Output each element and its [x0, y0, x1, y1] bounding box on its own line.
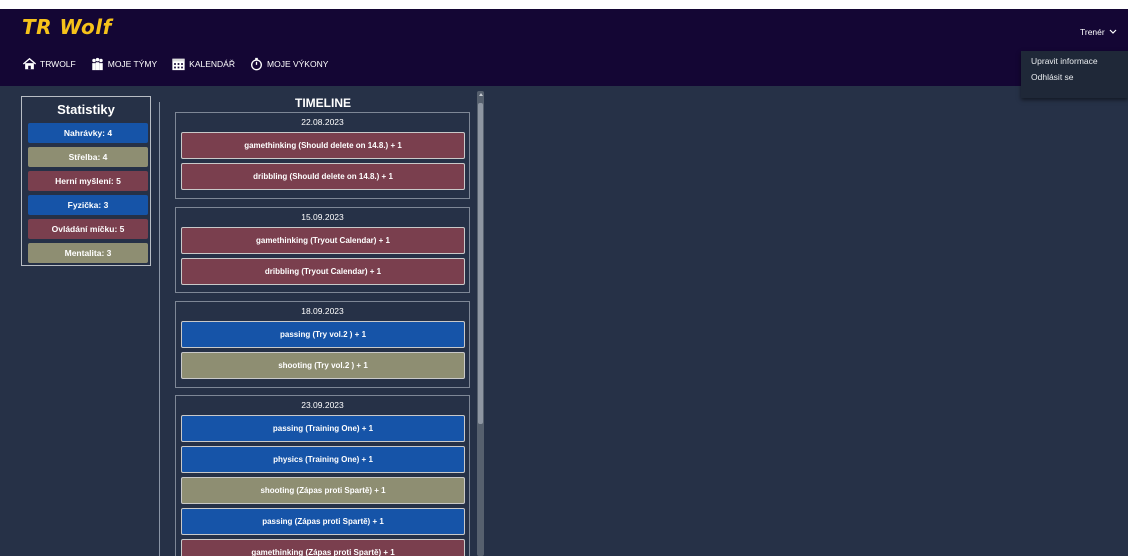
- stat-shooting: Střelba: 4: [28, 147, 148, 167]
- timeline-entry[interactable]: gamethinking (Zápas proti Spartě) + 1: [181, 539, 465, 556]
- timeline-entry[interactable]: gamethinking (Tryout Calendar) + 1: [181, 227, 465, 254]
- brand-logo[interactable]: TR Wolf: [22, 15, 112, 39]
- timeline-day: 22.08.2023 gamethinking (Should delete o…: [175, 112, 470, 199]
- chevron-down-icon: [1109, 29, 1117, 34]
- top-navbar: TR Wolf TRWOLF MOJE TÝMY KALENDÁŘ MOJE V…: [0, 9, 1128, 86]
- timeline-entry[interactable]: shooting (Try vol.2 ) + 1: [181, 352, 465, 379]
- team-icon: [91, 57, 103, 71]
- divider: [159, 102, 160, 556]
- timeline-day: 23.09.2023 passing (Training One) + 1 ph…: [175, 395, 470, 556]
- timeline-entry[interactable]: gamethinking (Should delete on 14.8.) + …: [181, 132, 465, 159]
- nav-my-teams[interactable]: MOJE TÝMY: [90, 57, 157, 71]
- menu-logout[interactable]: Odhlásit se: [1021, 69, 1128, 85]
- home-icon: [22, 57, 37, 70]
- app-shell: TR Wolf TRWOLF MOJE TÝMY KALENDÁŘ MOJE V…: [0, 9, 1128, 556]
- nav-my-teams-label: MOJE TÝMY: [107, 59, 158, 69]
- stat-fitness: Fyzička: 3: [28, 195, 148, 215]
- timeline-day: 15.09.2023 gamethinking (Tryout Calendar…: [175, 207, 470, 293]
- stat-ball-control: Ovládání míčku: 5: [28, 219, 148, 239]
- scroll-up-icon[interactable]: [479, 93, 483, 96]
- timeline-title: TIMELINE: [295, 96, 351, 110]
- timeline-entry[interactable]: dribbling (Should delete on 14.8.) + 1: [181, 163, 465, 190]
- statistics-panel: Statistiky Nahrávky: 4 Střelba: 4 Herní …: [21, 96, 151, 266]
- user-role-label: Trenér: [1080, 27, 1105, 37]
- day-date: 15.09.2023: [301, 212, 344, 222]
- nav-trwolf[interactable]: TRWOLF: [22, 57, 76, 71]
- day-date: 23.09.2023: [301, 400, 344, 410]
- timeline-scrollbar[interactable]: [477, 91, 484, 556]
- stat-passing: Nahrávky: 4: [28, 123, 148, 143]
- nav-trwolf-label: TRWOLF: [40, 59, 76, 69]
- statistics-title: Statistiky: [57, 102, 115, 117]
- user-menu-toggle[interactable]: Trenér: [1080, 21, 1128, 43]
- timeline-entry[interactable]: shooting (Zápas proti Spartě) + 1: [181, 477, 465, 504]
- nav-my-performance-label: MOJE VÝKONY: [267, 59, 329, 69]
- user-dropdown-menu: Upravit informace Odhlásit se: [1021, 51, 1128, 98]
- nav-my-performance[interactable]: MOJE VÝKONY: [249, 57, 328, 71]
- menu-edit-info[interactable]: Upravit informace: [1021, 53, 1128, 69]
- timeline-entry[interactable]: passing (Zápas proti Spartě) + 1: [181, 508, 465, 535]
- timeline-entry[interactable]: physics (Training One) + 1: [181, 446, 465, 473]
- timeline-entry[interactable]: passing (Try vol.2 ) + 1: [181, 321, 465, 348]
- nav-calendar-label: KALENDÁŘ: [189, 59, 235, 69]
- day-date: 22.08.2023: [301, 117, 344, 127]
- timeline-entry[interactable]: dribbling (Tryout Calendar) + 1: [181, 258, 465, 285]
- stopwatch-icon: [251, 57, 262, 71]
- timeline-entry[interactable]: passing (Training One) + 1: [181, 415, 465, 442]
- stat-mentality: Mentalita: 3: [28, 243, 148, 263]
- timeline-panel: TIMELINE 22.08.2023 gamethinking (Should…: [175, 96, 471, 556]
- timeline-day: 18.09.2023 passing (Try vol.2 ) + 1 shoo…: [175, 301, 470, 388]
- day-date: 18.09.2023: [301, 306, 344, 316]
- stat-game-thinking: Herní myšlení: 5: [28, 171, 148, 191]
- nav-calendar[interactable]: KALENDÁŘ: [171, 57, 235, 71]
- scrollbar-thumb[interactable]: [478, 103, 483, 424]
- main-nav: TRWOLF MOJE TÝMY KALENDÁŘ MOJE VÝKONY: [22, 57, 328, 71]
- calendar-icon: [172, 58, 185, 71]
